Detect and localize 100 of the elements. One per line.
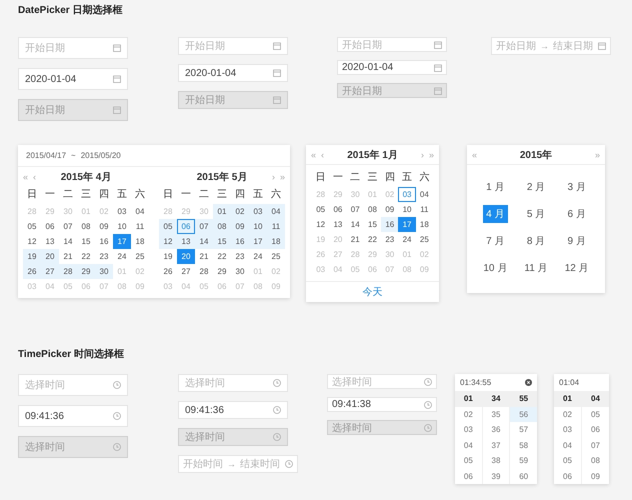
calendar-day[interactable]: 02: [231, 204, 249, 219]
nav-arrow[interactable]: »: [594, 150, 600, 160]
calendar-day[interactable]: 07: [59, 219, 77, 234]
time-field[interactable]: 09:41:36: [178, 401, 288, 419]
time-range-field[interactable]: 开始时间 → 结束时间: [178, 455, 298, 473]
calendar-day[interactable]: 27: [177, 264, 195, 279]
calendar-day[interactable]: 28: [59, 264, 77, 279]
time-option[interactable]: 01: [554, 391, 581, 406]
calendar-day[interactable]: 24: [398, 232, 416, 247]
time-option[interactable]: 05: [554, 453, 581, 468]
calendar-day[interactable]: 28: [195, 264, 213, 279]
nav-arrow[interactable]: »: [280, 172, 285, 182]
time-option[interactable]: 06: [582, 422, 609, 438]
month-option[interactable]: 11 月: [521, 258, 551, 276]
time-option[interactable]: 59: [510, 453, 538, 468]
time-option[interactable]: 37: [482, 438, 510, 453]
calendar-day[interactable]: 11: [416, 202, 433, 217]
time-field[interactable]: 09:41:38: [327, 397, 437, 412]
calendar-day[interactable]: 07: [346, 202, 364, 217]
calendar-day[interactable]: 13: [41, 234, 59, 249]
calendar-day[interactable]: 05: [159, 219, 177, 234]
calendar-day[interactable]: 12: [159, 234, 177, 249]
calendar-day[interactable]: 07: [195, 219, 213, 234]
time-option[interactable]: 35: [482, 406, 510, 422]
time-option[interactable]: 06: [554, 468, 581, 484]
calendar-day[interactable]: 04: [131, 204, 149, 219]
calendar-day[interactable]: 15: [77, 234, 95, 249]
calendar-day[interactable]: 21: [195, 249, 213, 264]
nav-arrow[interactable]: ›: [420, 150, 424, 160]
time-option[interactable]: 02: [455, 406, 482, 422]
time-option[interactable]: 04: [582, 391, 609, 406]
calendar-day[interactable]: 23: [381, 232, 398, 247]
calendar-day[interactable]: 20: [177, 249, 195, 264]
calendar-day[interactable]: 08: [213, 219, 231, 234]
calendar-day[interactable]: 01: [213, 204, 231, 219]
calendar-day[interactable]: 11: [267, 219, 285, 234]
calendar-day[interactable]: 13: [177, 234, 195, 249]
calendar-day[interactable]: 18: [416, 217, 433, 232]
time-option[interactable]: 02: [554, 406, 581, 422]
nav-arrow[interactable]: »: [428, 150, 434, 160]
time-option[interactable]: 56: [510, 406, 538, 422]
calendar-day[interactable]: 18: [267, 234, 285, 249]
calendar-day[interactable]: 03: [249, 204, 267, 219]
time-option[interactable]: 39: [482, 468, 510, 484]
time-option[interactable]: 06: [455, 468, 482, 484]
time-option[interactable]: 03: [455, 422, 482, 438]
calendar-day[interactable]: 15: [364, 217, 382, 232]
month-option[interactable]: 1 月: [483, 178, 508, 196]
nav-arrow[interactable]: ›: [272, 172, 275, 182]
calendar-day[interactable]: 26: [23, 264, 41, 279]
calendar-day[interactable]: 29: [77, 264, 95, 279]
calendar-day[interactable]: 12: [23, 234, 41, 249]
calendar-day[interactable]: 14: [346, 217, 364, 232]
time-option[interactable]: 07: [582, 438, 609, 453]
calendar-day[interactable]: 30: [95, 264, 113, 279]
clear-icon[interactable]: [525, 379, 532, 386]
calendar-day[interactable]: 09: [231, 219, 249, 234]
calendar-day[interactable]: 04: [416, 187, 433, 202]
calendar-day[interactable]: 29: [213, 264, 231, 279]
calendar-day[interactable]: 05: [23, 219, 41, 234]
month-option[interactable]: 6 月: [564, 204, 589, 222]
calendar-day[interactable]: 22: [213, 249, 231, 264]
month-option[interactable]: 4 月: [483, 204, 508, 222]
calendar-day[interactable]: 06: [41, 219, 59, 234]
time-option[interactable]: 38: [482, 453, 510, 468]
calendar-day[interactable]: 17: [113, 234, 131, 249]
calendar-day[interactable]: 26: [159, 264, 177, 279]
calendar-day[interactable]: 21: [346, 232, 364, 247]
calendar-day[interactable]: 25: [416, 232, 433, 247]
calendar-day[interactable]: 19: [159, 249, 177, 264]
calendar-day[interactable]: 23: [231, 249, 249, 264]
calendar-day[interactable]: 16: [231, 234, 249, 249]
calendar-day[interactable]: 18: [131, 234, 149, 249]
calendar-day[interactable]: 11: [131, 219, 149, 234]
nav-arrow[interactable]: «: [23, 172, 28, 182]
month-option[interactable]: 8 月: [524, 232, 548, 250]
calendar-day[interactable]: 16: [381, 217, 398, 232]
time-option[interactable]: 09: [582, 468, 609, 484]
time-option[interactable]: 05: [455, 453, 482, 468]
time-field[interactable]: 09:41:36: [18, 405, 128, 427]
calendar-day[interactable]: 10: [249, 219, 267, 234]
calendar-day[interactable]: 19: [23, 249, 41, 264]
calendar-day[interactable]: 15: [213, 234, 231, 249]
time-option[interactable]: 08: [582, 453, 609, 468]
time-option[interactable]: 03: [554, 422, 581, 438]
calendar-day[interactable]: 10: [113, 219, 131, 234]
calendar-day[interactable]: 06: [329, 202, 347, 217]
calendar-day[interactable]: 13: [329, 217, 347, 232]
calendar-day[interactable]: 03: [113, 204, 131, 219]
calendar-day[interactable]: 12: [312, 217, 330, 232]
calendar-day[interactable]: 17: [398, 217, 416, 232]
time-option[interactable]: 01: [455, 391, 482, 406]
time-option[interactable]: 60: [510, 468, 538, 484]
time-option[interactable]: 04: [455, 438, 482, 453]
calendar-day[interactable]: 22: [364, 232, 382, 247]
month-option[interactable]: 9 月: [564, 232, 589, 250]
time-option[interactable]: 05: [582, 406, 609, 422]
calendar-day[interactable]: 09: [381, 202, 398, 217]
time-option[interactable]: 36: [482, 422, 510, 438]
date-field[interactable]: 2020-01-04: [18, 68, 128, 90]
